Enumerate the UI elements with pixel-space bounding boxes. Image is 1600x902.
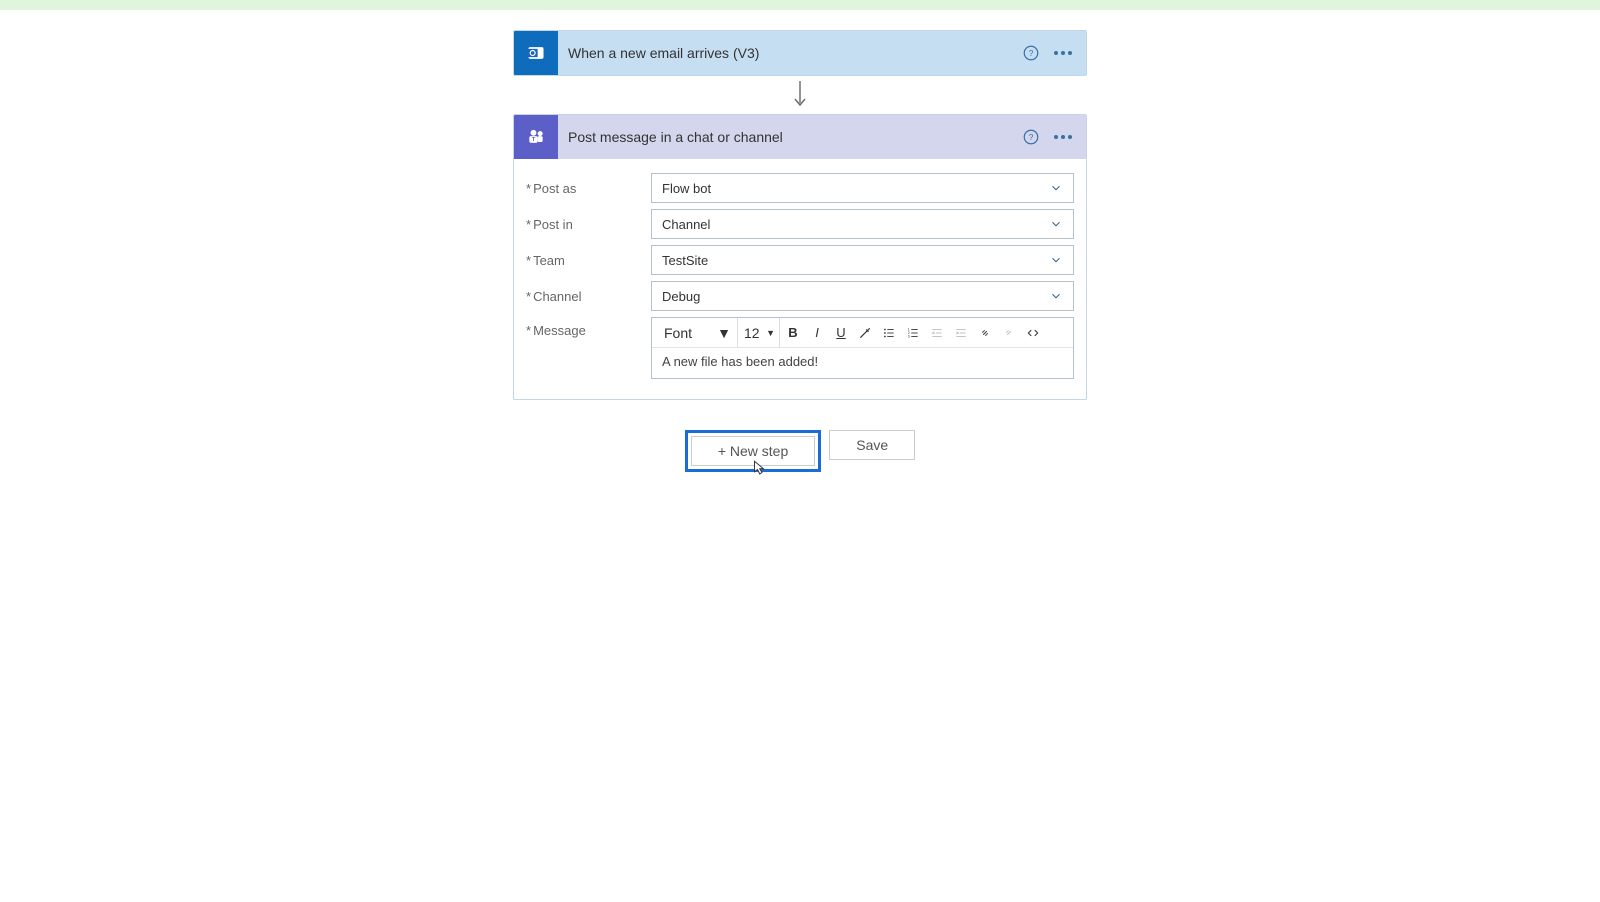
action-title: Post message in a chat or channel	[558, 129, 1022, 145]
outdent-button[interactable]	[926, 322, 948, 344]
select-post-in[interactable]: Channel	[651, 209, 1074, 239]
select-value: TestSite	[662, 253, 708, 268]
label-team: *Team	[526, 253, 651, 268]
svg-text:?: ?	[1029, 133, 1034, 142]
chevron-down-icon	[1049, 217, 1063, 231]
action-header[interactable]: T Post message in a chat or channel ?	[514, 115, 1086, 159]
trigger-header[interactable]: When a new email arrives (V3) ?	[514, 31, 1086, 75]
select-value: Debug	[662, 289, 700, 304]
italic-button[interactable]: I	[806, 322, 828, 344]
new-step-highlight: + New step	[685, 430, 821, 472]
unlink-button[interactable]	[998, 322, 1020, 344]
bullet-list-button[interactable]	[878, 322, 900, 344]
editor-toolbar: Font ▼ 12 ▼ B I U	[652, 318, 1073, 348]
more-icon[interactable]	[1054, 51, 1072, 55]
indent-button[interactable]	[950, 322, 972, 344]
rich-text-editor: Font ▼ 12 ▼ B I U	[651, 317, 1074, 379]
label-post-in: *Post in	[526, 217, 651, 232]
flow-canvas: When a new email arrives (V3) ?	[0, 10, 1600, 472]
trigger-card[interactable]: When a new email arrives (V3) ?	[513, 30, 1087, 76]
svg-text:?: ?	[1029, 49, 1034, 58]
caret-down-icon: ▼	[717, 325, 731, 341]
underline-button[interactable]: U	[830, 322, 852, 344]
help-icon[interactable]: ?	[1022, 128, 1040, 146]
select-channel[interactable]: Debug	[651, 281, 1074, 311]
field-team: *Team TestSite	[526, 245, 1074, 275]
flow-footer: + New step Save	[685, 430, 915, 472]
label-post-as: *Post as	[526, 181, 651, 196]
select-team[interactable]: TestSite	[651, 245, 1074, 275]
chevron-down-icon	[1049, 181, 1063, 195]
field-message: *Message Font ▼ 12 ▼ B I U	[526, 317, 1074, 379]
action-body: *Post as Flow bot *Post in Channel *Team…	[514, 159, 1086, 399]
select-value: Channel	[662, 217, 710, 232]
highlight-button[interactable]	[854, 322, 876, 344]
number-list-button[interactable]: 123	[902, 322, 924, 344]
more-icon[interactable]	[1054, 135, 1072, 139]
teams-icon: T	[514, 115, 558, 159]
chevron-down-icon	[1049, 289, 1063, 303]
font-size-selector[interactable]: 12 ▼	[740, 318, 780, 347]
field-post-as: *Post as Flow bot	[526, 173, 1074, 203]
select-value: Flow bot	[662, 181, 711, 196]
svg-text:T: T	[532, 137, 536, 143]
code-view-button[interactable]	[1022, 322, 1044, 344]
flow-arrow	[792, 76, 808, 114]
new-step-button[interactable]: + New step	[691, 436, 815, 466]
help-icon[interactable]: ?	[1022, 44, 1040, 62]
select-post-as[interactable]: Flow bot	[651, 173, 1074, 203]
message-textarea[interactable]: A new file has been added!	[652, 348, 1073, 378]
outlook-icon	[514, 31, 558, 75]
chevron-down-icon	[1049, 253, 1063, 267]
link-button[interactable]	[974, 322, 996, 344]
trigger-title: When a new email arrives (V3)	[558, 45, 1022, 61]
save-button[interactable]: Save	[829, 430, 915, 460]
action-card: T Post message in a chat or channel ? *P…	[513, 114, 1087, 400]
top-success-banner	[0, 0, 1600, 10]
caret-down-icon: ▼	[766, 328, 775, 338]
font-selector[interactable]: Font ▼	[658, 318, 738, 347]
field-post-in: *Post in Channel	[526, 209, 1074, 239]
label-message: *Message	[526, 317, 651, 338]
field-channel: *Channel Debug	[526, 281, 1074, 311]
bold-button[interactable]: B	[782, 322, 804, 344]
svg-text:3: 3	[908, 334, 910, 338]
label-channel: *Channel	[526, 289, 651, 304]
